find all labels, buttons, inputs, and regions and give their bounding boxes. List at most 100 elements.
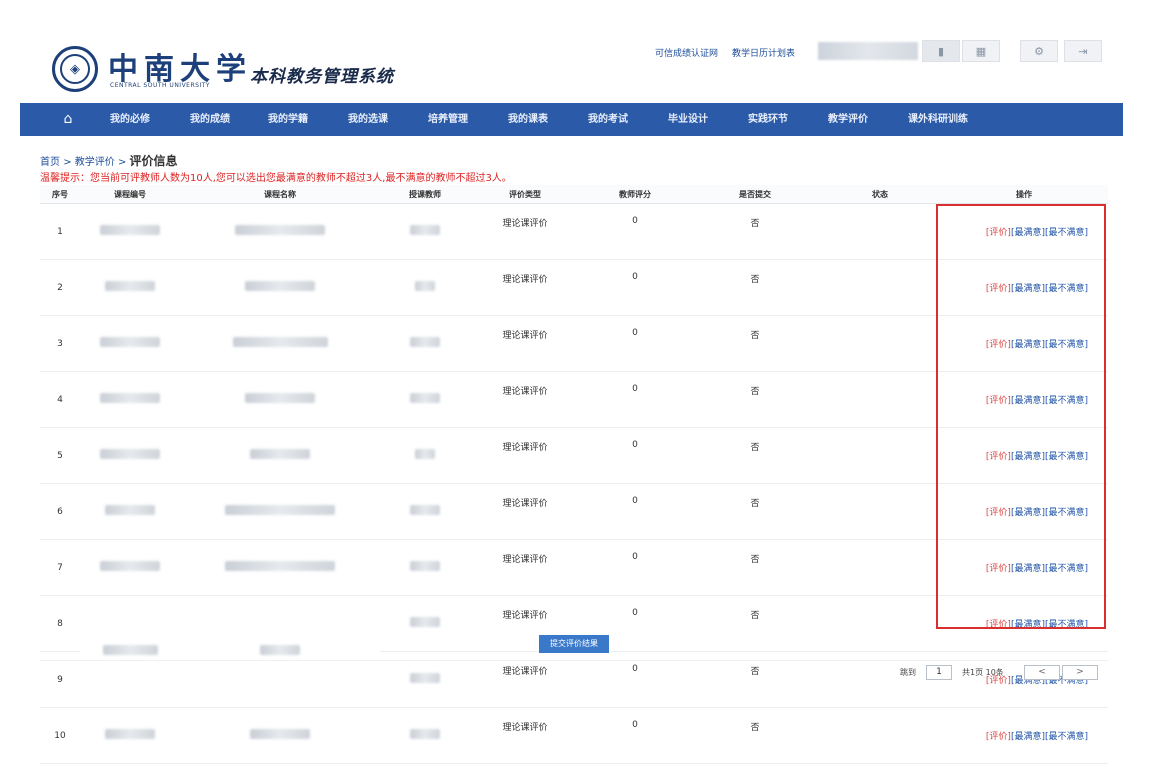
submitted-status: 否 [690, 371, 820, 428]
course-name-redacted [180, 595, 380, 708]
ops-cell: [评价][最满意][最不满意] [940, 539, 1108, 596]
most-satisfied-link[interactable]: [最满意] [1011, 620, 1045, 630]
top-link-cert[interactable]: 可信成绩认证网 [655, 46, 718, 59]
least-satisfied-link[interactable]: [最不满意] [1045, 732, 1088, 742]
most-satisfied-link[interactable]: [最满意] [1011, 340, 1045, 350]
course-code-redacted [80, 371, 180, 428]
ops-cell: [评价][最满意][最不满意] [940, 371, 1108, 428]
evaluate-link[interactable]: [评价] [986, 396, 1011, 406]
nav-item-10[interactable]: 教学评价 [828, 103, 868, 136]
least-satisfied-link[interactable]: [最不满意] [1045, 508, 1088, 518]
redacted-block [415, 281, 435, 291]
row-number: 1 [40, 203, 80, 260]
most-satisfied-link[interactable]: [最满意] [1011, 732, 1045, 742]
next-page-button[interactable]: > [1062, 665, 1098, 680]
breadcrumb: 首页 > 教学评价 > 评价信息 [40, 152, 178, 169]
nav-item-5[interactable]: 培养管理 [428, 103, 468, 136]
most-satisfied-link[interactable]: [最满意] [1011, 564, 1045, 574]
course-code-redacted [80, 707, 180, 764]
nav-item-1[interactable]: 我的必修 [110, 103, 150, 136]
redacted-block [410, 505, 440, 515]
redacted-block [245, 281, 315, 291]
redacted-block [100, 449, 160, 459]
ops-cell: [评价][最满意][最不满意] [940, 259, 1108, 316]
submitted-status: 否 [690, 707, 820, 764]
most-satisfied-link[interactable]: [最满意] [1011, 452, 1045, 462]
teacher-redacted [380, 259, 470, 316]
nav-item-4[interactable]: 我的选课 [348, 103, 388, 136]
pager-goto-label: 跳到 [900, 668, 916, 677]
submitted-status: 否 [690, 427, 820, 484]
teacher-score: 0 [580, 483, 690, 540]
evaluate-link[interactable]: [评价] [986, 284, 1011, 294]
evaluate-link[interactable]: [评价] [986, 508, 1011, 518]
breadcrumb-home[interactable]: 首页 [40, 157, 60, 168]
teacher-score: 0 [580, 315, 690, 372]
redacted-block [232, 337, 328, 347]
nav-item-6[interactable]: 我的课表 [508, 103, 548, 136]
least-satisfied-link[interactable]: [最不满意] [1045, 396, 1088, 406]
course-code-redacted [80, 595, 180, 708]
redacted-block [410, 225, 440, 235]
eval-type: 理论课评价 [470, 707, 580, 764]
page-number-input[interactable]: 1 [926, 665, 952, 680]
top-link-calendar[interactable]: 教学日历计划表 [732, 46, 795, 59]
nav-item-11[interactable]: 课外科研训练 [908, 103, 968, 136]
row-number: 4 [40, 371, 80, 428]
course-name-redacted [180, 203, 380, 260]
prev-page-button[interactable]: < [1024, 665, 1060, 680]
least-satisfied-link[interactable]: [最不满意] [1045, 284, 1088, 294]
state-cell [820, 259, 940, 316]
least-satisfied-link[interactable]: [最不满意] [1045, 564, 1088, 574]
evaluate-link[interactable]: [评价] [986, 732, 1011, 742]
evaluate-link[interactable]: [评价] [986, 340, 1011, 350]
gear-icon[interactable]: ⚙ [1020, 40, 1058, 62]
nav-item-3[interactable]: 我的学籍 [268, 103, 308, 136]
redacted-block [102, 645, 158, 655]
header: ◈ 中南大学 CENTRAL SOUTH UNIVERSITY 本科教务管理系统… [0, 0, 1154, 100]
submit-evaluation-button[interactable]: 提交评价结果 [539, 635, 609, 653]
evaluate-link[interactable]: [评价] [986, 452, 1011, 462]
least-satisfied-link[interactable]: [最不满意] [1045, 620, 1088, 630]
redacted-block [100, 393, 160, 403]
eval-type: 理论课评价 [470, 539, 580, 596]
teacher-redacted [380, 203, 470, 260]
nav-item-9[interactable]: 实践环节 [748, 103, 788, 136]
evaluate-link[interactable]: [评价] [986, 564, 1011, 574]
state-cell [820, 427, 940, 484]
least-satisfied-link[interactable]: [最不满意] [1045, 340, 1088, 350]
most-satisfied-link[interactable]: [最满意] [1011, 228, 1045, 238]
user-icon[interactable]: ▮ [922, 40, 960, 62]
redacted-block [250, 729, 310, 739]
course-name-redacted [180, 483, 380, 540]
col-header: 是否提交 [690, 185, 820, 204]
teacher-redacted [380, 539, 470, 596]
submitted-status: 否 [690, 483, 820, 540]
table-row: 10 理论课评价 0 否 [评价][最满意][最不满意] [40, 707, 1108, 764]
table-row: 1 理论课评价 0 否 [评价][最满意][最不满意] [40, 203, 1108, 260]
home-icon[interactable]: ⌂ [60, 111, 76, 127]
evaluate-link[interactable]: [评价] [986, 228, 1011, 238]
teacher-score: 0 [580, 371, 690, 428]
eval-type: 理论课评价 [470, 483, 580, 540]
logout-icon[interactable]: ⇥ [1064, 40, 1102, 62]
course-code-redacted [80, 203, 180, 260]
most-satisfied-link[interactable]: [最满意] [1011, 396, 1045, 406]
evaluate-link[interactable]: [评价] [986, 620, 1011, 630]
most-satisfied-link[interactable]: [最满意] [1011, 508, 1045, 518]
breadcrumb-parent[interactable]: 教学评价 [75, 157, 115, 168]
course-name-redacted [180, 427, 380, 484]
eval-type: 理论课评价 [470, 315, 580, 372]
most-satisfied-link[interactable]: [最满意] [1011, 284, 1045, 294]
teacher-redacted [380, 483, 470, 540]
table-row: 3 理论课评价 0 否 [评价][最满意][最不满意] [40, 315, 1108, 372]
grid-icon[interactable]: ▦ [962, 40, 1000, 62]
state-cell [820, 315, 940, 372]
main-nav: ⌂ 我的必修 我的成绩 我的学籍 我的选课 培养管理 我的课表 我的考试 毕业设… [20, 103, 1123, 136]
least-satisfied-link[interactable]: [最不满意] [1045, 228, 1088, 238]
row-number: 8 [40, 595, 80, 652]
nav-item-2[interactable]: 我的成绩 [190, 103, 230, 136]
nav-item-7[interactable]: 我的考试 [588, 103, 628, 136]
nav-item-8[interactable]: 毕业设计 [668, 103, 708, 136]
least-satisfied-link[interactable]: [最不满意] [1045, 452, 1088, 462]
